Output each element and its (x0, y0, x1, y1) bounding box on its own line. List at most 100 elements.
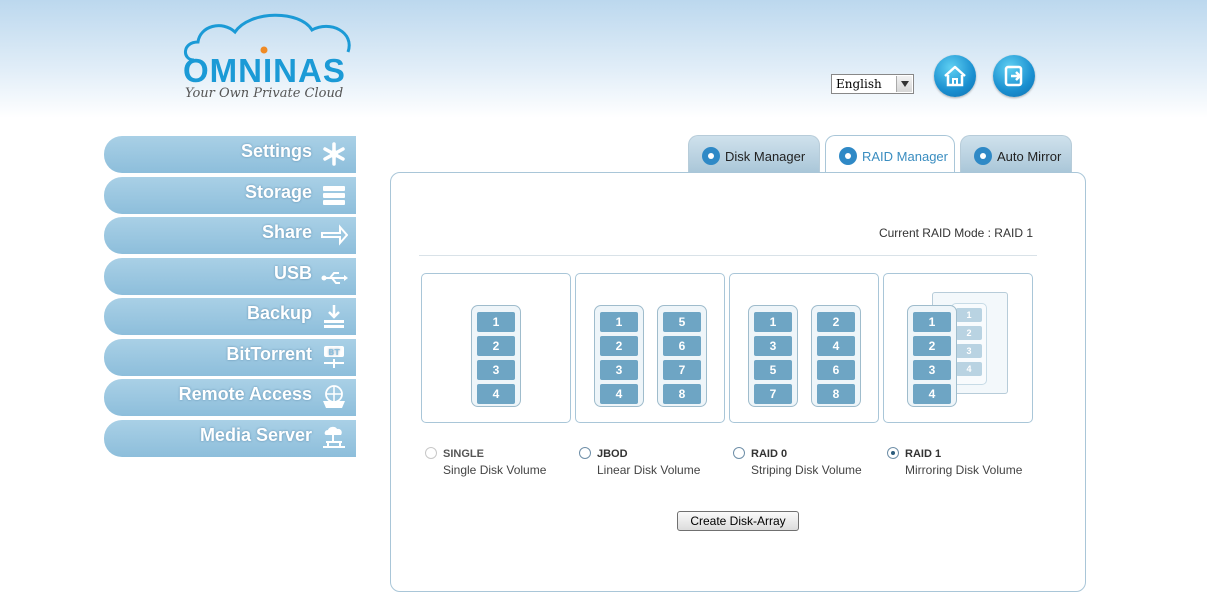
svg-text:BT: BT (328, 348, 340, 357)
raid-diagram-raid0: 1 3 5 7 2 4 6 8 (729, 273, 879, 423)
option-name: JBOD (597, 448, 628, 460)
brand-name: OMNINAS (183, 52, 346, 89)
tab-label: RAID Manager (862, 149, 948, 164)
disk-slot: 6 (817, 360, 855, 380)
disk-slot: 1 (600, 312, 638, 332)
disk-stack: 5 6 7 8 (657, 305, 707, 407)
settings-icon (323, 142, 345, 166)
option-name: RAID 1 (905, 448, 942, 460)
language-selected: English (836, 77, 882, 91)
disk-slot: 1 (913, 312, 951, 332)
disk-slot: 4 (600, 384, 638, 404)
logout-icon (1004, 65, 1023, 87)
disk-stack: 1 2 3 4 (594, 305, 644, 407)
disk-slot: 1 (477, 312, 515, 332)
sidebar-item-label: Media Server (199, 424, 312, 445)
header-banner: OMNINAS Your Own Private Cloud English (0, 0, 1207, 118)
sidebar-item-label: Storage (244, 181, 312, 202)
option-desc: Single Disk Volume (443, 463, 547, 477)
option-desc: Striping Disk Volume (751, 463, 862, 477)
sidebar-item-label: Settings (240, 141, 312, 161)
raid-diagram-single: 1 2 3 4 (421, 273, 571, 423)
sidebar-item-storage[interactable]: Storage (104, 176, 356, 214)
disk-icon (839, 147, 857, 165)
disk-slot: 8 (663, 384, 701, 404)
remote-access-icon (323, 385, 345, 408)
sidebar-item-bittorrent[interactable]: BitTorrent BT (104, 338, 356, 376)
sidebar-item-backup[interactable]: Backup (104, 298, 356, 335)
disk-slot: 6 (663, 336, 701, 356)
disk-slot: 4 (477, 384, 515, 404)
sidebar-item-settings[interactable]: Settings (104, 136, 356, 173)
tab-label: Disk Manager (725, 149, 806, 164)
tab-label: Auto Mirror (997, 149, 1062, 164)
sidebar-nav: Settings Storage Share USB Backup BitTor… (104, 136, 356, 460)
chevron-down-icon[interactable] (896, 76, 912, 92)
disk-slot: 3 (754, 336, 792, 356)
sidebar-item-share[interactable]: Share (104, 217, 356, 254)
option-desc: Mirroring Disk Volume (905, 463, 1023, 477)
current-raid-mode: Current RAID Mode : RAID 1 (878, 226, 1033, 240)
disk-slot: 3 (477, 360, 515, 380)
raid-diagram-raid1: 1 2 3 4 1 2 3 4 (883, 273, 1033, 423)
usb-icon (321, 271, 348, 284)
sidebar-item-label: Share (261, 222, 312, 242)
option-name: SINGLE (443, 448, 484, 460)
disk-slot: 4 (817, 336, 855, 356)
radio-jbod[interactable] (579, 447, 591, 459)
media-server-icon (323, 426, 345, 448)
disk-slot: 2 (600, 336, 638, 356)
disk-slot: 7 (663, 360, 701, 380)
omninas-logo[interactable]: OMNINAS Your Own Private Cloud (180, 8, 370, 104)
disk-slot: 7 (754, 384, 792, 404)
radio-raid0[interactable] (733, 447, 745, 459)
radio-raid1[interactable] (887, 447, 899, 459)
disk-stack: 1 3 5 7 (748, 305, 798, 407)
tab-raid-manager[interactable]: RAID Manager (825, 135, 955, 175)
radio-single (425, 447, 437, 459)
sidebar-item-label: Remote Access (178, 384, 312, 404)
brand-tagline: Your Own Private Cloud (185, 86, 344, 101)
mirror-disk-slot: 4 (956, 362, 982, 376)
disk-slot: 2 (817, 312, 855, 332)
option-name: RAID 0 (751, 448, 788, 460)
disk-icon (974, 147, 992, 165)
sidebar-item-remote-access[interactable]: Remote Access (104, 379, 356, 416)
tab-auto-mirror[interactable]: Auto Mirror (960, 135, 1072, 173)
disk-slot: 5 (663, 312, 701, 332)
disk-slot: 8 (817, 384, 855, 404)
sidebar-item-label: Backup (246, 303, 312, 323)
mirror-disk-slot: 3 (956, 344, 982, 358)
option-desc: Linear Disk Volume (597, 463, 701, 477)
raid-manager-panel: Current RAID Mode : RAID 1 1 2 3 4 1 2 3… (390, 172, 1086, 592)
mirror-disk-slot: 1 (956, 308, 982, 322)
share-icon (321, 224, 348, 246)
tab-disk-manager[interactable]: Disk Manager (688, 135, 820, 173)
sidebar-item-label: USB (273, 262, 312, 283)
sidebar-item-usb[interactable]: USB (104, 257, 356, 295)
mirror-disk-slot: 2 (956, 326, 982, 340)
storage-icon (323, 185, 345, 205)
backup-icon (324, 305, 344, 328)
disk-slot: 5 (754, 360, 792, 380)
bittorrent-icon: BT (324, 345, 344, 368)
disk-icon (702, 147, 720, 165)
logout-button[interactable] (993, 55, 1035, 97)
divider (419, 255, 1037, 256)
home-icon (944, 65, 966, 87)
disk-stack: 1 2 3 4 (471, 305, 521, 407)
disk-slot: 2 (913, 336, 951, 356)
language-select[interactable]: English (831, 74, 914, 94)
create-disk-array-button[interactable]: Create Disk-Array (677, 511, 799, 531)
disk-slot: 1 (754, 312, 792, 332)
disk-slot: 3 (913, 360, 951, 380)
raid-diagram-jbod: 1 2 3 4 5 6 7 8 (575, 273, 725, 423)
disk-slot: 3 (600, 360, 638, 380)
disk-stack: 2 4 6 8 (811, 305, 861, 407)
home-button[interactable] (934, 55, 976, 97)
disk-slot: 2 (477, 336, 515, 356)
disk-stack: 1 2 3 4 (907, 305, 957, 407)
disk-slot: 4 (913, 384, 951, 404)
sidebar-item-media-server[interactable]: Media Server (104, 419, 356, 457)
sidebar-item-label: BitTorrent (226, 343, 312, 364)
